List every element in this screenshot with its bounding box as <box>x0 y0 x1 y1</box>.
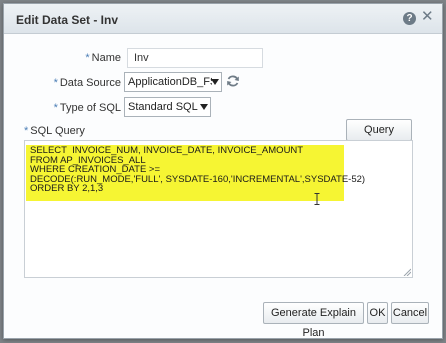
required-marker: * <box>85 52 90 64</box>
sql-query-text: SELECT INVOICE_NUM, INVOICE_DATE, INVOIC… <box>30 146 365 194</box>
data-source-label: * Data Source <box>53 77 121 89</box>
required-marker: * <box>53 102 58 114</box>
chevron-down-icon <box>200 104 208 110</box>
type-of-sql-label: * Type of SQL <box>53 102 121 114</box>
type-of-sql-value: Standard SQL <box>128 101 198 113</box>
type-of-sql-select[interactable]: Standard SQL <box>124 97 211 117</box>
refresh-icon[interactable] <box>226 74 240 88</box>
required-marker: * <box>53 77 58 89</box>
ok-button[interactable]: OK <box>367 302 388 324</box>
data-source-select[interactable]: ApplicationDB_FSCM <box>124 72 222 92</box>
dialog-titlebar[interactable]: Edit Data Set - Inv ? ✕ <box>4 4 442 34</box>
name-label: * Name <box>85 52 121 64</box>
required-marker: * <box>24 125 29 137</box>
resize-grip-icon[interactable] <box>403 268 411 276</box>
sql-query-label: * SQL Query <box>24 125 85 137</box>
sql-line: ORDER BY 2,1,3 <box>30 183 104 194</box>
data-source-value: ApplicationDB_FSCM <box>128 76 212 88</box>
cancel-button[interactable]: Cancel <box>391 302 429 324</box>
edit-data-set-dialog: Edit Data Set - Inv ? ✕ *Name *Data Sour… <box>3 3 443 339</box>
generate-explain-plan-button[interactable]: Generate Explain Plan <box>263 302 364 339</box>
close-icon[interactable]: ✕ <box>421 9 434 24</box>
text-cursor-icon <box>314 193 320 205</box>
help-icon[interactable]: ? <box>403 12 416 25</box>
sql-query-textarea[interactable]: SELECT INVOICE_NUM, INVOICE_DATE, INVOIC… <box>24 140 413 278</box>
dialog-title: Edit Data Set - Inv <box>16 13 119 27</box>
chevron-down-icon <box>211 79 219 85</box>
name-input[interactable] <box>127 48 263 68</box>
query-builder-button[interactable]: Query Builder <box>346 119 412 156</box>
